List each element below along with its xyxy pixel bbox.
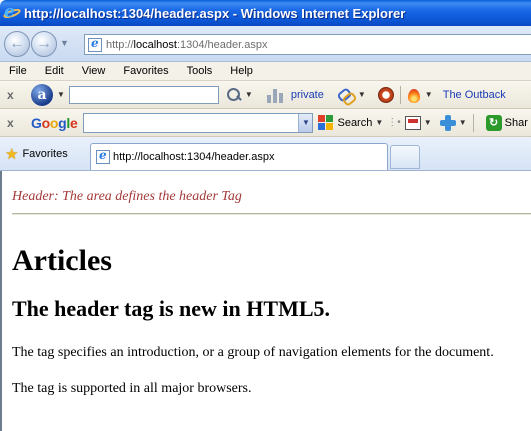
url-rest: :1304/header.aspx [176,38,268,51]
menu-edit[interactable]: Edit [36,65,73,77]
ask-logo-icon[interactable]: a [31,83,53,106]
add-dropdown-icon[interactable]: ▼ [459,118,467,127]
ask-logo-letter: a [37,86,47,103]
address-input[interactable]: http://localhost:1304/header.aspx [84,34,531,55]
google-toolbar: x Google ▼ Search ▼ ⋮• ▼ ▼ ↻ Shar [0,109,531,137]
google-search-dropdown-icon[interactable]: ▼ [375,118,383,127]
recent-pages-dropdown-icon[interactable]: ▼ [60,38,69,48]
paragraph-intro: The tag specifies an introduction, or a … [12,345,494,360]
favorites-label: Favorites [22,148,68,160]
internet-explorer-icon: e [2,2,22,22]
the-outback-link[interactable]: The Outback [443,89,506,101]
link-chain-icon[interactable] [336,87,354,103]
toolbar-divider [472,113,474,132]
tab-bar: ★ Favorites http://localhost:1304/header… [0,137,531,171]
menu-bar: File Edit View Favorites Tools Help [0,62,531,81]
close-google-toolbar-button[interactable]: x [7,116,23,130]
header-note: Header: The area defines the header Tag [12,189,242,204]
paragraph-support: The tag is supported in all major browse… [12,381,252,396]
alarm-clock-icon[interactable] [377,86,394,103]
close-ask-toolbar-button[interactable]: x [7,88,23,102]
private-link[interactable]: private [291,89,324,101]
page-title: Articles [12,244,112,277]
menu-tools[interactable]: Tools [178,65,222,77]
tab-active[interactable]: http://localhost:1304/header.aspx [90,143,388,170]
menu-view[interactable]: View [73,65,115,77]
url-prefix: http:// [106,38,134,51]
google-search-button[interactable]: Search [337,117,372,129]
window-title: http://localhost:1304/header.aspx - Wind… [24,5,406,21]
search-icon[interactable] [226,87,241,102]
flame-dropdown-icon[interactable]: ▼ [425,90,433,99]
ask-search-input[interactable] [68,85,219,104]
menu-favorites[interactable]: Favorites [114,65,177,77]
navigation-bar: ← → ▼ http://localhost:1304/header.aspx [0,26,531,62]
back-arrow-icon: ← [9,35,25,52]
google-search-icon[interactable] [318,114,334,131]
back-button[interactable]: ← [4,31,30,57]
link-dropdown-icon[interactable]: ▼ [358,90,366,99]
title-bar: e http://localhost:1304/header.aspx - Wi… [0,0,531,26]
forward-arrow-icon: → [36,35,52,52]
chart-bars-icon[interactable] [266,87,285,103]
share-button[interactable]: Shar [505,117,528,129]
google-search-input[interactable]: ▼ [83,112,314,133]
page-tools-dropdown-icon[interactable]: ▼ [424,118,432,127]
ask-toolbar: x a ▼ ▼ private ▼ ▼ The Outback [0,81,531,109]
tab-title: http://localhost:1304/header.aspx [113,151,275,163]
add-plus-icon[interactable] [439,114,456,131]
url-host: localhost [133,38,177,51]
forward-button[interactable]: → [31,31,57,57]
toolbar-divider [399,85,401,104]
search-history-dropdown-icon[interactable]: ▼ [298,113,313,132]
menu-help[interactable]: Help [221,65,262,77]
share-icon[interactable]: ↻ [485,114,502,131]
google-logo[interactable]: Google [31,115,78,131]
more-icon[interactable]: ⋮• [387,117,401,128]
menu-file[interactable]: File [0,65,36,77]
page-icon [96,148,110,164]
ask-menu-dropdown-icon[interactable]: ▼ [57,90,65,99]
favorites-button[interactable]: ★ Favorites [5,145,68,163]
article-heading: The header tag is new in HTML5. [12,296,331,321]
page-content: Header: The area defines the header Tag … [0,171,531,431]
page-icon [88,36,102,52]
new-tab-button[interactable] [390,145,420,169]
horizontal-rule [12,213,531,215]
page-tools-icon[interactable] [404,115,421,130]
search-options-dropdown-icon[interactable]: ▼ [245,90,253,99]
favorites-star-icon: ★ [5,146,19,163]
flame-icon[interactable] [407,87,421,103]
